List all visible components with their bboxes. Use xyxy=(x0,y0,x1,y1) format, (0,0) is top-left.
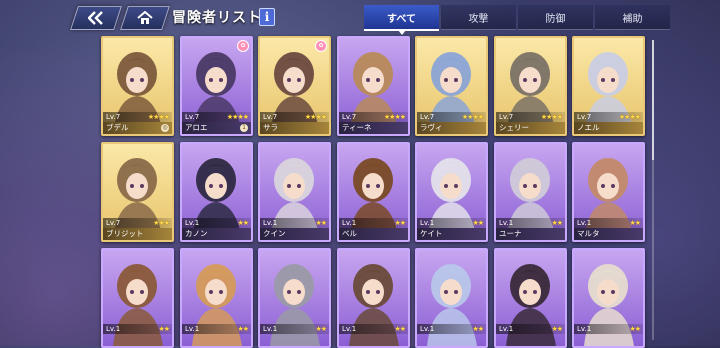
rarity-stars: ★★★★ xyxy=(147,113,170,121)
rarity-stars: ★★ xyxy=(551,219,563,227)
rarity-stars: ★★★★ xyxy=(618,113,641,121)
character-name: ティーネ xyxy=(339,122,408,134)
tab-label: 攻撃 xyxy=(468,13,489,25)
equipment-badge-icon: 1 xyxy=(240,124,248,132)
page-title: 冒険者リスト xyxy=(172,10,262,26)
adventurer-card[interactable]: Lv.1 ★★ ケイト xyxy=(415,142,488,242)
event-marker-icon: ✿ xyxy=(315,40,327,52)
tab-label: 防御 xyxy=(545,13,566,25)
character-name: カノン xyxy=(182,228,251,240)
adventurer-card[interactable]: Lv.1 ★★ xyxy=(101,248,174,348)
tab-label: すべて xyxy=(387,13,416,25)
adventurer-grid: Lv.7 ★★★★ ブデル ◎ ✿ Lv.7 ★★★★ アロエ 1 ✿ Lv.7 ★★★★ サラ Lv.7… xyxy=(101,36,649,348)
rarity-stars: ★★ xyxy=(315,325,327,333)
header-bar: 冒険者リスト i すべて 攻撃 防御 補助 xyxy=(0,0,720,35)
character-name: ノエル xyxy=(574,122,643,134)
character-name: ユーナ xyxy=(496,228,565,240)
adventurer-card[interactable]: Lv.7 ★★★★ シェリー xyxy=(494,36,567,136)
rarity-stars: ★★ xyxy=(394,219,406,227)
adventurer-card[interactable]: Lv.1 ★★ カノン xyxy=(180,142,253,242)
adventurer-card[interactable]: Lv.1 ★★ ユーナ xyxy=(494,142,567,242)
rarity-stars: ★★ xyxy=(315,219,327,227)
rarity-stars: ★★★★ xyxy=(226,113,249,121)
home-icon xyxy=(137,11,153,25)
rarity-stars: ★★ xyxy=(237,219,249,227)
back-button[interactable] xyxy=(70,6,122,30)
adventurer-card[interactable]: Lv.7 ★★★★ ティーネ xyxy=(337,36,410,136)
tab-defense[interactable]: 防御 xyxy=(518,5,593,30)
adventurer-card[interactable]: Lv.1 ★★ ベル xyxy=(337,142,410,242)
filter-tabs: すべて 攻撃 防御 補助 xyxy=(360,5,670,35)
rarity-stars: ★★ xyxy=(629,219,641,227)
rarity-stars: ★★ xyxy=(472,219,484,227)
character-name: マルタ xyxy=(574,228,643,240)
character-name: クイン xyxy=(260,228,329,240)
equipment-badge-icon: ◎ xyxy=(161,124,169,132)
character-name: シェリー xyxy=(496,122,565,134)
rarity-stars: ★★★★ xyxy=(383,113,406,121)
rarity-stars: ★★★ xyxy=(153,219,170,227)
adventurer-card[interactable]: Lv.1 ★★ xyxy=(337,248,410,348)
back-arrow-icon xyxy=(88,11,104,25)
rarity-stars: ★★ xyxy=(629,325,641,333)
character-name: サラ xyxy=(260,122,329,134)
rarity-stars: ★★★★ xyxy=(304,113,327,121)
adventurer-card[interactable]: ✿ Lv.7 ★★★★ サラ xyxy=(258,36,331,136)
tab-all[interactable]: すべて xyxy=(364,5,439,35)
rarity-stars: ★★ xyxy=(158,325,170,333)
character-name: ベル xyxy=(339,228,408,240)
adventurer-card[interactable]: Lv.1 ★★ マルタ xyxy=(572,142,645,242)
rarity-stars: ★★ xyxy=(551,325,563,333)
rarity-stars: ★★ xyxy=(394,325,406,333)
adventurer-card[interactable]: Lv.1 ★★ xyxy=(572,248,645,348)
character-name: ケイト xyxy=(417,228,486,240)
character-name: ブリジット xyxy=(103,228,172,240)
home-button[interactable] xyxy=(120,6,170,30)
rarity-stars: ★★ xyxy=(472,325,484,333)
info-icon[interactable]: i xyxy=(259,8,275,26)
adventurer-card[interactable]: Lv.7 ★★★★ ラヴィ xyxy=(415,36,488,136)
character-name: ラヴィ xyxy=(417,122,486,134)
adventurer-card[interactable]: Lv.1 ★★ クイン xyxy=(258,142,331,242)
adventurer-card[interactable]: Lv.1 ★★ xyxy=(494,248,567,348)
tab-support[interactable]: 補助 xyxy=(595,5,670,30)
adventurer-card[interactable]: Lv.7 ★★★ ブリジット xyxy=(101,142,174,242)
rarity-stars: ★★★★ xyxy=(540,113,563,121)
tab-attack[interactable]: 攻撃 xyxy=(441,5,516,30)
adventurer-card[interactable]: Lv.7 ★★★★ ノエル xyxy=(572,36,645,136)
rarity-stars: ★★★★ xyxy=(461,113,484,121)
adventurer-card[interactable]: Lv.7 ★★★★ ブデル ◎ xyxy=(101,36,174,136)
tab-label: 補助 xyxy=(622,13,643,25)
scrollbar[interactable] xyxy=(652,40,654,340)
active-tab-caret-icon xyxy=(398,30,406,35)
adventurer-card[interactable]: Lv.1 ★★ xyxy=(180,248,253,348)
adventurer-card[interactable]: Lv.1 ★★ xyxy=(258,248,331,348)
scroll-thumb[interactable] xyxy=(652,40,654,160)
rarity-stars: ★★ xyxy=(237,325,249,333)
event-marker-icon: ✿ xyxy=(237,40,249,52)
adventurer-card[interactable]: Lv.1 ★★ xyxy=(415,248,488,348)
adventurer-card[interactable]: ✿ Lv.7 ★★★★ アロエ 1 xyxy=(180,36,253,136)
